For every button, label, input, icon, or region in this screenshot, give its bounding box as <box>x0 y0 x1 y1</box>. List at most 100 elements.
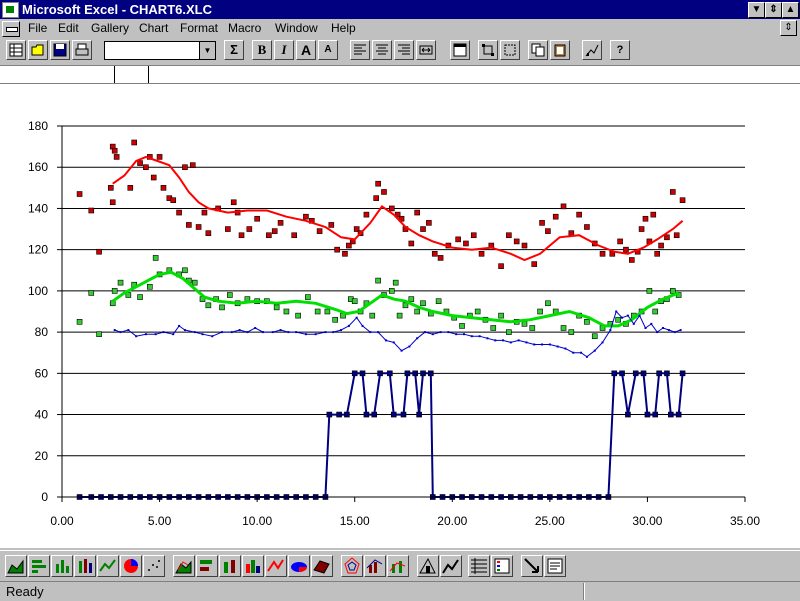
data-point <box>314 333 317 336</box>
outline-border-button[interactable] <box>450 40 470 60</box>
help-button[interactable]: ? <box>610 40 630 60</box>
pie-chart-button[interactable] <box>120 555 142 577</box>
stacked-column-button[interactable] <box>74 555 96 577</box>
radar-chart-button[interactable] <box>341 555 363 577</box>
restore-button[interactable]: ⇕ <box>765 2 782 18</box>
excel-app-icon[interactable] <box>2 2 19 18</box>
select-object-button[interactable] <box>478 40 498 60</box>
data-point <box>420 300 426 307</box>
menu-format[interactable]: Format <box>180 21 218 35</box>
increase-font-button[interactable]: A <box>296 40 316 60</box>
data-point <box>88 290 95 296</box>
data-point <box>564 347 567 350</box>
data-point <box>668 411 674 418</box>
autosum-button[interactable]: Σ <box>224 40 244 60</box>
data-point <box>664 370 670 377</box>
data-point <box>615 310 618 313</box>
data-point <box>478 335 481 338</box>
3d-line-icon <box>267 559 284 572</box>
combination-chart-2-button[interactable] <box>387 555 409 577</box>
chart-frame-button[interactable] <box>500 40 520 60</box>
column-chart-icon <box>56 560 69 573</box>
data-point <box>254 326 257 329</box>
style-combobox[interactable]: ▼ <box>104 41 216 60</box>
data-point <box>205 302 212 309</box>
data-point <box>295 331 298 334</box>
data-point <box>420 370 426 377</box>
scatter-chart-button[interactable] <box>143 555 165 577</box>
formula-bar[interactable] <box>0 66 800 84</box>
align-center-button[interactable] <box>372 40 392 60</box>
data-point <box>254 215 260 222</box>
data-point <box>404 370 411 377</box>
menu-chart[interactable]: Chart <box>139 21 168 35</box>
save-button[interactable] <box>50 40 70 60</box>
bold-button[interactable]: B <box>252 40 272 60</box>
data-point <box>246 331 249 334</box>
combination-chart-button[interactable] <box>364 555 386 577</box>
3d-pie-button[interactable] <box>288 555 310 577</box>
maximize-button[interactable]: ▲ <box>782 2 799 18</box>
data-point <box>529 325 536 331</box>
chart-wizard-2-button[interactable] <box>440 555 462 577</box>
data-point <box>679 329 682 332</box>
data-point <box>545 300 551 307</box>
menu-file[interactable]: File <box>28 21 47 35</box>
data-point <box>498 312 504 319</box>
new-sheet-button[interactable] <box>6 40 26 60</box>
window-title: Microsoft Excel - CHART6.XLC <box>22 2 212 17</box>
data-point <box>431 250 438 257</box>
help-question-icon: ? <box>616 44 624 56</box>
3d-line-button[interactable] <box>265 555 287 577</box>
menu-help[interactable]: Help <box>331 21 356 35</box>
column-chart-button[interactable] <box>51 555 73 577</box>
area-chart-button[interactable] <box>5 555 27 577</box>
text-box-button[interactable] <box>544 555 566 577</box>
data-point <box>201 209 208 216</box>
italic-button[interactable]: I <box>274 40 294 60</box>
data-point <box>113 154 120 160</box>
line-chart-button[interactable] <box>97 555 119 577</box>
center-across-button[interactable] <box>416 40 436 60</box>
data-point <box>76 319 83 325</box>
menu-macro[interactable]: Macro <box>228 21 261 35</box>
data-point <box>326 411 333 418</box>
data-point <box>408 345 411 348</box>
pie-chart-icon <box>124 559 138 573</box>
menu-gallery[interactable]: Gallery <box>91 21 129 35</box>
3d-bar-button[interactable] <box>196 555 218 577</box>
align-left-button[interactable] <box>350 40 370 60</box>
data-point <box>416 411 422 418</box>
arrow-button[interactable] <box>521 555 543 577</box>
bar-chart-button[interactable] <box>28 555 50 577</box>
horizontal-gridlines-button[interactable] <box>468 555 490 577</box>
legend-button[interactable] <box>491 555 513 577</box>
menu-window[interactable]: Window <box>275 21 318 35</box>
scatter-chart[interactable]: 0 20 40 60 80 100 120 140 160 180 0.00 5.00 10.00 15.… <box>0 84 800 548</box>
menu-bar: File Edit Gallery Chart Format Macro Win… <box>0 19 800 37</box>
document-restore-button[interactable]: ⇕ <box>780 20 797 36</box>
print-button[interactable] <box>72 40 92 60</box>
x-tick-label: 25.00 <box>535 514 565 528</box>
preferred-chart-button[interactable] <box>417 555 439 577</box>
3d-area-button[interactable] <box>173 555 195 577</box>
copy-button[interactable] <box>528 40 548 60</box>
data-point <box>351 370 358 377</box>
chart-wizard-button[interactable] <box>582 40 602 60</box>
data-point <box>423 331 426 334</box>
minimize-button[interactable]: ▼ <box>748 2 765 18</box>
3d-stacked-button[interactable] <box>242 555 264 577</box>
chevron-down-icon[interactable]: ▼ <box>199 42 215 59</box>
chart-window[interactable]: 0 20 40 60 80 100 120 140 160 180 0.00 5.00 10.00 15.… <box>0 84 800 548</box>
paste-button[interactable] <box>550 40 570 60</box>
document-control-menu-icon[interactable] <box>2 21 20 37</box>
align-right-button[interactable] <box>394 40 414 60</box>
align-right-icon <box>398 44 410 55</box>
3d-surface-button[interactable] <box>311 555 333 577</box>
data-point <box>388 205 395 212</box>
data-point <box>355 316 358 319</box>
menu-edit[interactable]: Edit <box>58 21 79 35</box>
open-button[interactable] <box>28 40 48 60</box>
decrease-font-button[interactable]: A <box>318 40 338 60</box>
3d-column-button[interactable] <box>219 555 241 577</box>
